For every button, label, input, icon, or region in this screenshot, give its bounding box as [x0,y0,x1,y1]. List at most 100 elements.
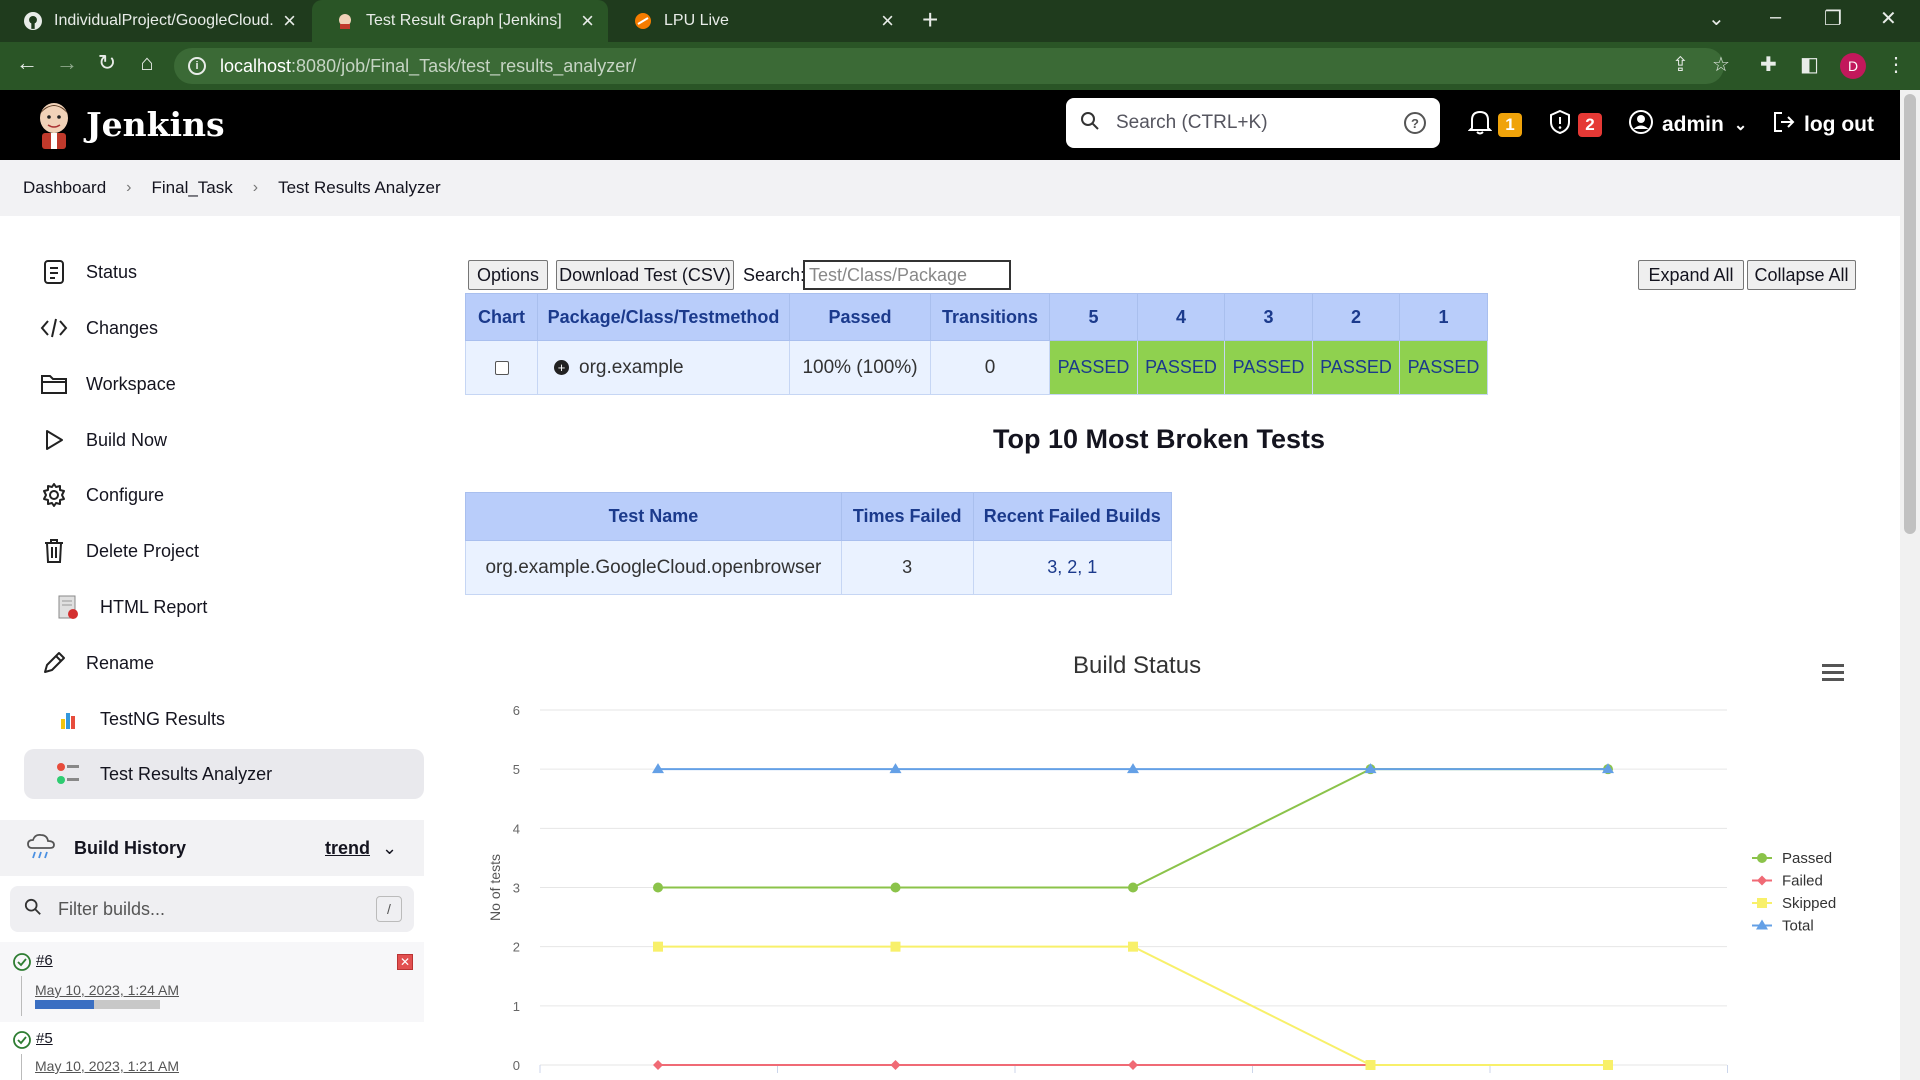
status-cell-passed[interactable]: PASSED [1137,340,1225,395]
legend-marker [1757,875,1767,886]
address-bar[interactable]: i localhost:8080/job/Final_Task/test_res… [174,48,1724,84]
security-button[interactable]: 2 [1548,90,1602,160]
global-search-box[interactable]: Search (CTRL+K) ? [1066,98,1440,148]
build-row[interactable]: #6 ✕ May 10, 2023, 1:24 AM [0,942,424,1022]
expand-plus-icon[interactable]: + [554,359,569,375]
search-icon [24,898,42,921]
close-icon[interactable]: × [283,8,296,34]
shield-icon [1548,109,1572,141]
status-cell-passed[interactable]: PASSED [1399,340,1488,395]
broken-tests-table: Test Name Times Failed Recent Failed Bui… [465,492,1173,595]
y-tick-label: 6 [513,703,520,718]
jenkins-logo[interactable]: Jenkins [34,100,225,149]
scrollbar-thumb[interactable] [1904,94,1916,534]
data-point-skipped [1603,1060,1613,1070]
collapse-all-button[interactable]: Collapse All [1747,260,1856,290]
build-date[interactable]: May 10, 2023, 1:21 AM [35,1058,179,1074]
status-cell-passed[interactable]: PASSED [1049,340,1138,395]
build-number[interactable]: #5 [36,1030,53,1047]
y-tick-label: 5 [513,762,520,777]
jenkins-header: Jenkins Search (CTRL+K) ? 1 2 admin ⌄ lo… [0,90,1900,160]
sidebar-item-configure[interactable]: Configure [24,470,424,520]
user-menu[interactable]: admin ⌄ [1628,90,1747,160]
broken-tests-title: Top 10 Most Broken Tests [993,424,1326,454]
minimize-icon[interactable]: – [1770,6,1781,29]
chevron-down-icon[interactable]: ⌄ [382,838,397,859]
chart-checkbox-cell [465,340,538,395]
testng-icon [54,705,82,733]
sidebar-item-label: Delete Project [86,540,200,561]
tab-search-icon[interactable]: ⌄ [1708,6,1725,31]
chevron-down-icon: ⌄ [1733,117,1748,134]
sidebar-item-delete-project[interactable]: Delete Project [24,526,424,576]
trend-link[interactable]: trend [325,838,370,859]
breadcrumb-job[interactable]: Final_Task [152,178,233,198]
side-panel-icon[interactable]: ◧ [1800,52,1819,77]
options-button[interactable]: Options [468,260,548,290]
lpu-favicon-icon [634,12,652,30]
site-info-icon[interactable]: i [188,57,206,75]
restore-icon[interactable]: ❐ [1824,6,1842,31]
browser-tab[interactable]: IndividualProject/GoogleCloud.ja × [0,0,310,42]
sidebar-item-html-report[interactable]: HTML Report [24,582,424,632]
sidebar-item-build-now[interactable]: Build Now [24,415,424,465]
breadcrumb-current[interactable]: Test Results Analyzer [278,178,441,198]
chart-menu-icon[interactable] [1822,664,1844,681]
sidebar-item-rename[interactable]: Rename [24,638,424,688]
build-date[interactable]: May 10, 2023, 1:24 AM [35,982,179,998]
url-path: :8080/job/Final_Task/test_results_analyz… [291,55,637,76]
tab-title: Test Result Graph [Jenkins] [366,12,562,29]
sidebar-item-testng-results[interactable]: TestNG Results [24,694,424,744]
sidebar-item-changes[interactable]: Changes [24,303,424,353]
logout-link[interactable]: log out [1772,90,1874,160]
new-tab-icon[interactable]: + [922,4,938,36]
sidebar-item-status[interactable]: Status [24,247,424,297]
browser-tab-active[interactable]: Test Result Graph [Jenkins] × [312,0,608,42]
browser-menu-icon[interactable]: ⋮ [1886,52,1906,77]
breadcrumb-dashboard[interactable]: Dashboard [23,178,106,198]
sidebar-item-workspace[interactable]: Workspace [24,359,424,409]
close-icon[interactable]: × [581,8,594,34]
status-cell-passed[interactable]: PASSED [1224,340,1313,395]
sidebar-item-test-results-analyzer[interactable]: Test Results Analyzer [24,749,424,799]
data-point-failed [890,1060,901,1070]
profile-avatar[interactable]: D [1840,53,1866,79]
share-icon[interactable]: ⇪ [1672,52,1689,77]
build-row[interactable]: #5 May 10, 2023, 1:21 AM [0,1022,424,1080]
download-csv-button[interactable]: Download Test (CSV) [556,260,734,290]
data-point-skipped [1365,1060,1376,1070]
notifications-button[interactable]: 1 [1467,90,1522,160]
forward-icon[interactable]: → [52,50,82,76]
status-icon [40,258,68,286]
expand-all-button[interactable]: Expand All [1638,260,1744,290]
filter-builds-box[interactable]: Filter builds... / [10,886,414,932]
extensions-icon[interactable]: ✚ [1760,52,1777,77]
data-point-skipped [890,941,901,952]
back-icon[interactable]: ← [12,50,42,76]
test-search-input[interactable]: Test/Class/Package [803,260,1011,290]
tab-title: LPU Live [664,12,729,29]
status-cell-passed[interactable]: PASSED [1312,340,1400,395]
search-input[interactable]: Search (CTRL+K) [1116,112,1404,134]
chart-checkbox[interactable] [494,361,509,376]
page-scrollbar[interactable] [1900,90,1920,1080]
help-icon[interactable]: ? [1404,112,1426,134]
cancel-build-icon[interactable]: ✕ [397,954,413,970]
close-icon[interactable]: × [881,8,894,34]
filter-builds-input[interactable]: Filter builds... [58,899,376,920]
package-name: org.example [579,356,684,378]
col-header-chart: Chart [465,293,538,341]
col-header-recent-failed: Recent Failed Builds [972,492,1173,541]
bookmark-star-icon[interactable]: ☆ [1712,52,1730,77]
trash-icon [40,537,68,565]
window-close-icon[interactable]: ✕ [1880,6,1897,31]
home-icon[interactable]: ⌂ [132,50,162,76]
jenkins-butler-icon [34,100,74,149]
build-number[interactable]: #6 [36,952,53,969]
browser-tab[interactable]: LPU Live × [610,0,908,42]
code-icon [40,314,68,342]
sidebar-item-label: Test Results Analyzer [100,763,273,784]
reload-icon[interactable]: ↻ [92,50,122,76]
recent-failed-builds-link[interactable]: 3, 2, 1 [972,540,1173,595]
chart-title: Build Status [1073,652,1202,679]
